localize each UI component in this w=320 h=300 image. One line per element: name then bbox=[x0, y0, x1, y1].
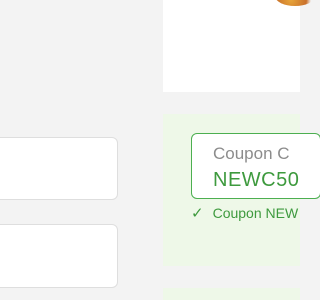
coupon-applied-status: ✓ Coupon NEW bbox=[191, 204, 298, 222]
check-icon: ✓ bbox=[191, 205, 204, 222]
next-panel bbox=[163, 288, 300, 300]
right-column: Coupon C NEWC50 ✓ Coupon NEW bbox=[163, 0, 320, 300]
coupon-input[interactable]: Coupon C NEWC50 bbox=[191, 133, 320, 199]
coupon-field-label: Coupon C bbox=[213, 144, 290, 163]
coupon-applied-message: Coupon NEW bbox=[212, 205, 299, 221]
coupon-panel: Coupon C NEWC50 ✓ Coupon NEW bbox=[163, 114, 320, 266]
coupon-code-value[interactable]: NEWC50 bbox=[213, 169, 299, 192]
form-input-2[interactable] bbox=[0, 224, 118, 288]
product-image bbox=[275, 0, 315, 6]
form-input-1[interactable] bbox=[0, 137, 118, 200]
product-card bbox=[163, 0, 315, 92]
